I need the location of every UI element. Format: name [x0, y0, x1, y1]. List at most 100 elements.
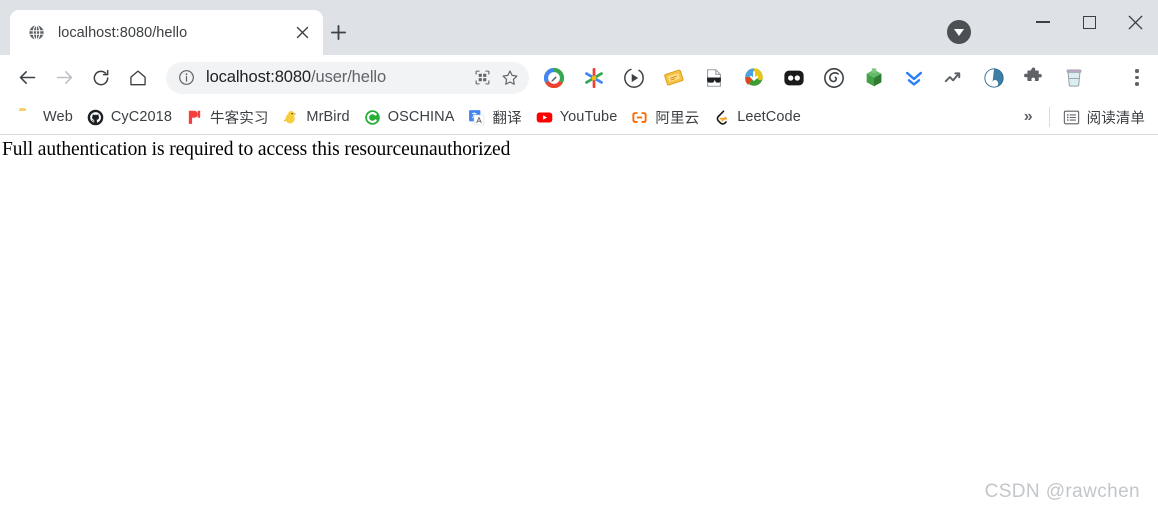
green-cube-icon: [863, 67, 885, 89]
bookmark-item-translate[interactable]: 翻译: [461, 104, 528, 130]
back-button[interactable]: [10, 61, 44, 95]
forward-icon: [56, 71, 72, 84]
compass-pen-icon: [543, 67, 565, 89]
address-bar-url[interactable]: localhost:8080/user/hello: [206, 68, 467, 87]
globe-icon: [28, 24, 45, 41]
bookmarks-bar: Web CyC2018 牛客实习 MrBird OSCHINA 翻译 YouTu…: [0, 100, 1158, 135]
ext-asterisk[interactable]: [574, 61, 614, 95]
star-icon[interactable]: [497, 65, 523, 91]
ext-idm[interactable]: [734, 61, 774, 95]
asterisk-icon: [583, 67, 605, 89]
bookmark-item-oschina[interactable]: OSCHINA: [357, 104, 462, 130]
ext-trend[interactable]: [934, 61, 974, 95]
bookmark-label: CyC2018: [110, 109, 173, 125]
back-icon: [19, 71, 35, 84]
close-button[interactable]: [1112, 0, 1158, 44]
page-viewport: Full authentication is required to acces…: [0, 135, 1158, 513]
bookmarks-overflow-button[interactable]: »: [1014, 108, 1043, 126]
ext-teal-ring[interactable]: [974, 61, 1014, 95]
browser-menu-button[interactable]: [1122, 61, 1152, 95]
reading-list-label: 阅读清单: [1086, 110, 1145, 127]
ext-puzzle[interactable]: [1014, 61, 1054, 95]
bookmark-item-web[interactable]: Web: [12, 104, 80, 130]
tab-strip: localhost:8080/hello: [0, 0, 1158, 55]
ext-cup[interactable]: [1054, 61, 1094, 95]
bookmark-label: MrBird: [306, 109, 350, 125]
close-icon: [1127, 14, 1143, 30]
plus-icon: [330, 24, 346, 40]
ext-double-chevron[interactable]: [894, 61, 934, 95]
teal-ring-icon: [983, 67, 1005, 89]
google-translate-icon: [468, 109, 485, 126]
ext-green-cube[interactable]: [854, 61, 894, 95]
folder-icon: [19, 109, 36, 126]
bookmark-item-aliyun[interactable]: 阿里云: [624, 104, 706, 130]
new-tab-button[interactable]: [324, 18, 352, 46]
bird-icon: [282, 109, 299, 126]
address-bar[interactable]: localhost:8080/user/hello: [166, 61, 529, 94]
ext-play[interactable]: [614, 61, 654, 95]
watermark: CSDN @rawchen: [984, 481, 1140, 502]
tab-title: localhost:8080/hello: [58, 24, 188, 41]
page-body-text: Full authentication is required to acces…: [2, 139, 511, 160]
ext-dark-dots[interactable]: [774, 61, 814, 95]
oschina-icon: [364, 109, 381, 126]
github-icon: [87, 109, 104, 126]
swirl-circle-icon: [823, 67, 845, 89]
three-dots-icon: [1135, 69, 1139, 73]
tab-close-icon[interactable]: [289, 20, 315, 46]
chevron-down-icon: [954, 28, 964, 36]
dark-square-dots-icon: [783, 67, 805, 89]
bookmark-label: YouTube: [559, 109, 618, 125]
mask-document-icon: [703, 67, 725, 89]
cup-icon: [1063, 67, 1085, 89]
tab-search-button[interactable]: [947, 20, 971, 44]
reload-button[interactable]: [84, 61, 118, 95]
browser-window: localhost:8080/hello localhost:8080/user…: [0, 0, 1158, 513]
reading-list-icon: [1063, 109, 1080, 126]
bookmark-item-youtube[interactable]: YouTube: [529, 104, 625, 130]
bookmark-label: 翻译: [492, 110, 522, 127]
reload-icon: [93, 69, 109, 85]
home-icon: [130, 70, 146, 85]
browser-tab-active[interactable]: localhost:8080/hello: [10, 10, 323, 55]
play-circle-icon: [623, 67, 645, 89]
bookmarks-divider: [1048, 107, 1050, 127]
nowcoder-icon: [186, 109, 203, 126]
maximize-icon: [1082, 15, 1096, 29]
ext-compass-pen[interactable]: [534, 61, 574, 95]
bookmark-item-leetcode[interactable]: LeetCode: [706, 104, 808, 130]
bookmark-label: OSCHINA: [387, 109, 455, 125]
bookmark-label: Web: [43, 109, 73, 125]
ext-proxy-mask[interactable]: [694, 61, 734, 95]
bookmark-label: 阿里云: [655, 110, 700, 127]
extension-icons: [534, 61, 1120, 95]
minimize-button[interactable]: [1020, 0, 1066, 44]
bookmark-label: LeetCode: [737, 109, 801, 125]
leetcode-icon: [713, 109, 730, 126]
window-controls: [1020, 0, 1158, 44]
url-host: localhost:8080: [206, 68, 312, 86]
info-circle-icon[interactable]: [176, 68, 196, 88]
idm-globe-icon: [743, 67, 765, 89]
home-button[interactable]: [121, 61, 155, 95]
forward-button[interactable]: [47, 61, 81, 95]
bookmark-item-mrbird[interactable]: MrBird: [275, 104, 356, 130]
url-path: /user/hello: [311, 68, 387, 86]
ext-badge[interactable]: [654, 61, 694, 95]
minimize-icon: [1036, 21, 1050, 23]
badge-icon: [663, 67, 685, 89]
puzzle-icon: [1023, 66, 1045, 89]
double-chevron-down-icon: [903, 67, 925, 89]
bookmark-item-cyc2018[interactable]: CyC2018: [80, 104, 179, 130]
browser-toolbar: localhost:8080/user/hello: [0, 55, 1158, 100]
bookmark-label: 牛客实习: [210, 110, 269, 127]
bookmark-item-nowcoder[interactable]: 牛客实习: [179, 104, 275, 130]
trending-arrow-icon: [943, 67, 965, 89]
ext-swirl[interactable]: [814, 61, 854, 95]
reading-list-button[interactable]: 阅读清单: [1056, 104, 1152, 130]
maximize-button[interactable]: [1066, 0, 1112, 44]
aliyun-icon: [631, 109, 648, 126]
youtube-icon: [536, 109, 553, 126]
qr-code-icon[interactable]: [469, 65, 495, 91]
